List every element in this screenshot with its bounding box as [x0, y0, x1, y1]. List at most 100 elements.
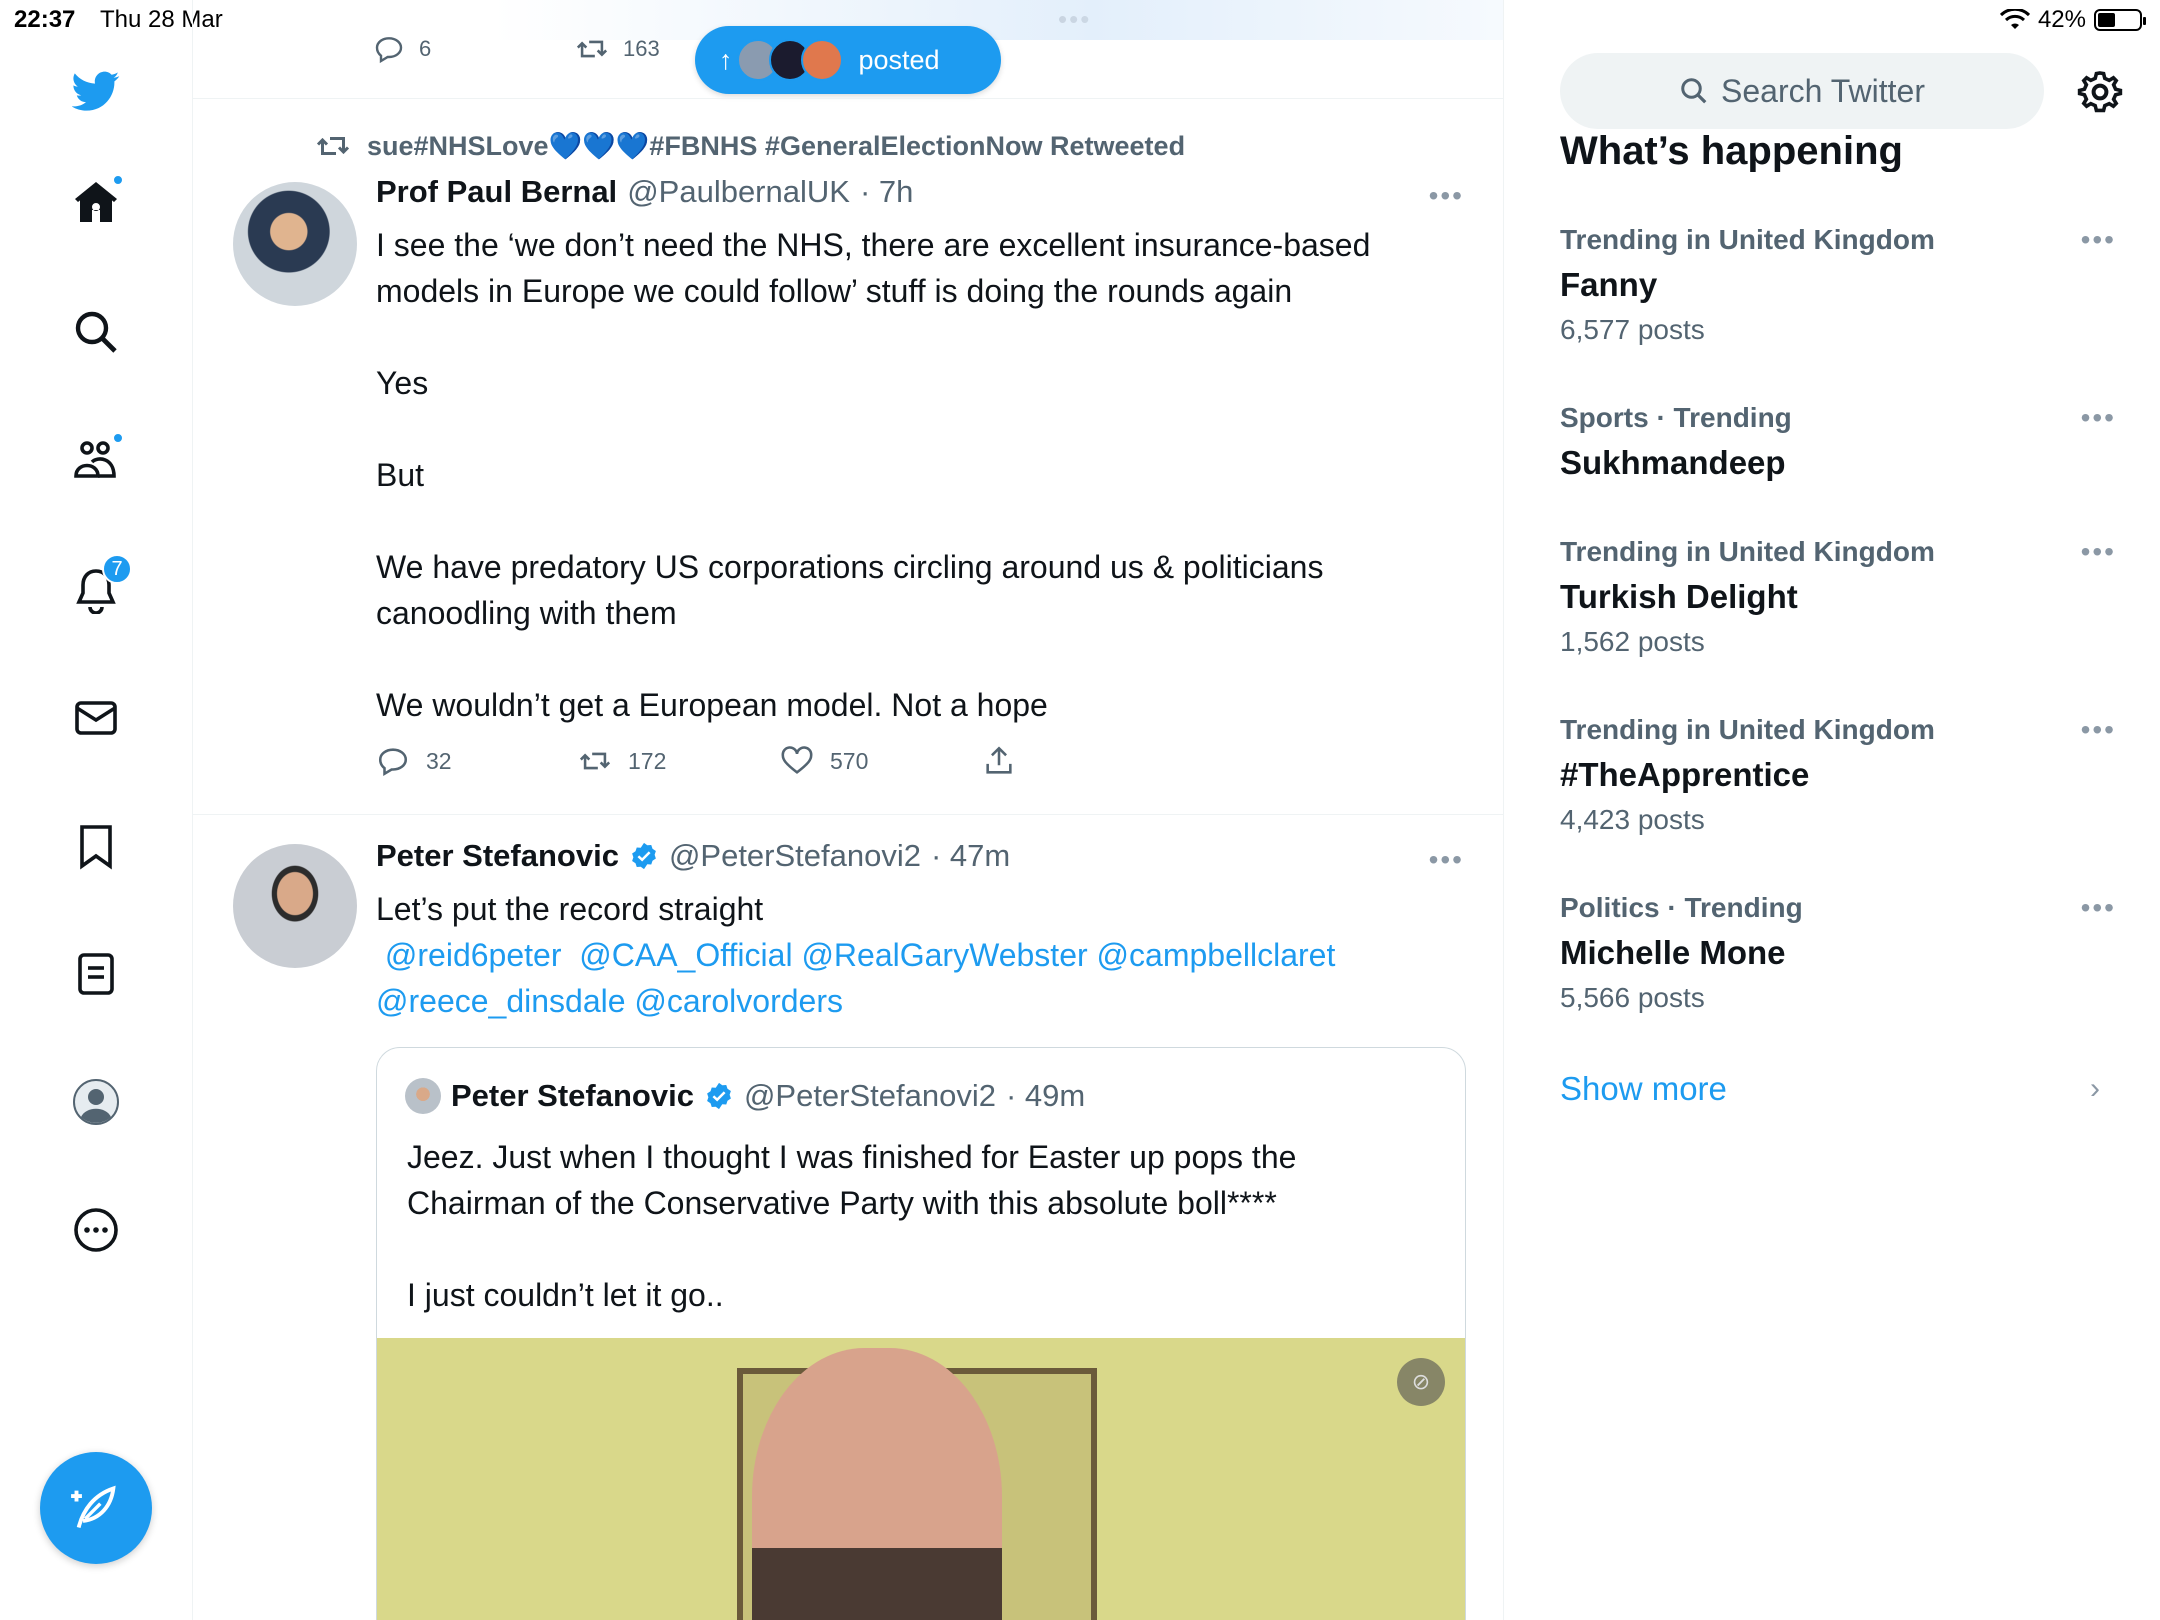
trend-context: Politics · Trending — [1560, 892, 1803, 923]
tweet-more-button[interactable]: ••• — [1429, 844, 1464, 876]
quoted-tweet-time: · 49m — [1006, 1078, 1086, 1113]
verified-badge-icon — [704, 1081, 734, 1111]
settings-gear-icon[interactable] — [2076, 68, 2124, 116]
author-name[interactable]: Prof Paul Bernal — [376, 174, 617, 210]
trend-item[interactable]: Trending in United Kingdom Fanny 6,577 p… — [1560, 224, 2116, 346]
avatar — [405, 1078, 441, 1114]
retweet-count: 163 — [623, 36, 660, 61]
new-posts-label: posted — [858, 44, 940, 75]
retweet-icon — [576, 40, 608, 58]
retweet-count: 172 — [628, 747, 667, 774]
verified-badge-icon — [629, 841, 659, 871]
search-input[interactable]: Search Twitter — [1560, 53, 2044, 129]
like-count: 570 — [830, 747, 869, 774]
notifications-bell-icon[interactable]: 7 — [66, 554, 132, 620]
avatar[interactable] — [233, 182, 357, 306]
twitter-logo-icon[interactable] — [66, 60, 126, 120]
quoted-author-handle: @PeterStefanovi2 — [743, 1078, 996, 1113]
tweet-body: Let’s put the record straight — [376, 891, 764, 927]
reply-count: 32 — [426, 747, 452, 774]
trend-context: Trending in United Kingdom — [1560, 536, 1935, 567]
author-handle[interactable]: @PeterStefanovi2 — [669, 838, 921, 874]
new-posts-avatars — [736, 39, 843, 81]
quoted-tweet[interactable]: Peter Stefanovic @PeterStefanovi2 · 49m … — [376, 1047, 1466, 1620]
tweet-mentions-line-1[interactable]: @reid6peter @CAA_Official @RealGaryWebst… — [376, 932, 1446, 978]
autoplay-off-icon[interactable]: ⊘ — [1397, 1358, 1445, 1406]
tweet-more-button[interactable]: ••• — [1429, 180, 1464, 212]
trend-topic: Fanny — [1560, 266, 1658, 303]
tweet-header: Prof Paul Bernal @PaulbernalUK · 7h — [376, 174, 913, 210]
trend-topic: Turkish Delight — [1560, 578, 1798, 615]
left-navigation: 7 — [0, 0, 193, 1620]
trend-more-button[interactable]: ••• — [2081, 224, 2116, 256]
retweeted-by-label: sue#NHSLove💙💙💙#FBNHS #GeneralElectionNow… — [367, 131, 1186, 161]
tweet-body: I see the ‘we don’t need the NHS, there … — [376, 227, 1371, 723]
more-options-icon[interactable] — [66, 1200, 126, 1260]
trend-more-button[interactable]: ••• — [2081, 536, 2116, 568]
communities-unread-dot — [112, 432, 124, 444]
heart-icon — [781, 746, 813, 774]
profile-avatar-icon[interactable] — [66, 1072, 126, 1132]
communities-icon[interactable] — [66, 430, 126, 490]
compose-tweet-button[interactable] — [40, 1452, 152, 1564]
trend-item[interactable]: Sports · Trending Sukhmandeep ••• — [1560, 402, 2116, 482]
retweeted-by: sue#NHSLove💙💙💙#FBNHS #GeneralElectionNow… — [315, 128, 1185, 164]
arrow-up-icon: ↑ — [719, 44, 733, 75]
bookmarks-icon[interactable] — [66, 816, 126, 876]
messages-envelope-icon[interactable] — [66, 688, 126, 748]
share-button[interactable] — [982, 744, 1184, 778]
new-posts-pill[interactable]: ↑ posted — [695, 26, 1001, 94]
show-more-link[interactable]: Show more — [1560, 1070, 1727, 1108]
trend-more-button[interactable]: ••• — [2081, 714, 2116, 746]
like-button[interactable]: 570 — [780, 744, 982, 778]
trend-topic: Sukhmandeep — [1560, 444, 1786, 481]
search-icon — [1681, 78, 1707, 104]
lists-icon[interactable] — [66, 944, 126, 1004]
retweet-icon — [579, 752, 611, 770]
tweet-header: Peter Stefanovic @PeterStefanovi2 · 47m — [376, 838, 1010, 874]
tweet-time[interactable]: · 47m — [931, 838, 1010, 874]
trend-topic: #TheApprentice — [1560, 756, 1810, 793]
retweet-button[interactable]: 172 — [578, 744, 780, 778]
reply-icon — [378, 748, 408, 777]
tweet-time[interactable]: · 7h — [860, 174, 913, 210]
trend-item[interactable]: Politics · Trending Michelle Mone 5,566 … — [1560, 892, 2116, 1014]
reply-button[interactable]: 6 — [373, 32, 575, 66]
quoted-tweet-header: Peter Stefanovic @PeterStefanovi2 · 49m — [405, 1078, 1085, 1114]
trend-count: 5,566 posts — [1560, 982, 1705, 1013]
trend-context: Trending in United Kingdom — [1560, 714, 1935, 745]
retweet-icon — [316, 137, 350, 155]
whats-happening-title: What’s happening — [1560, 129, 1903, 172]
trend-item[interactable]: Trending in United Kingdom #TheApprentic… — [1560, 714, 2116, 836]
tweet[interactable]: sue#NHSLove💙💙💙#FBNHS #GeneralElectionNow… — [193, 98, 1503, 814]
trend-count: 4,423 posts — [1560, 804, 1705, 835]
share-icon — [986, 746, 1012, 774]
avatar — [800, 39, 843, 81]
trend-context: Trending in United Kingdom — [1560, 224, 1935, 255]
tweet-mentions-line-2[interactable]: @reece_dinsdale @carolvorders — [376, 978, 1446, 1024]
author-name[interactable]: Peter Stefanovic — [376, 838, 619, 874]
trend-item[interactable]: Trending in United Kingdom Turkish Delig… — [1560, 536, 2116, 658]
trend-more-button[interactable]: ••• — [2081, 892, 2116, 924]
reply-count: 6 — [419, 36, 432, 61]
explore-search-icon[interactable] — [66, 302, 126, 362]
quoted-video-thumbnail[interactable]: ⊘ — [377, 1338, 1465, 1620]
quoted-tweet-body: Jeez. Just when I thought I was finished… — [407, 1139, 1297, 1313]
trend-context: Sports · Trending — [1560, 402, 1792, 433]
timeline[interactable]: 6 163 ↑ posted sue#NHSLove💙💙💙#FBNHS #Gen… — [193, 0, 1504, 1620]
chevron-right-icon: › — [2090, 1072, 2100, 1105]
home-unread-dot — [112, 174, 124, 186]
author-handle[interactable]: @PaulbernalUK — [627, 174, 850, 210]
trend-more-button[interactable]: ••• — [2081, 402, 2116, 434]
trend-count: 1,562 posts — [1560, 626, 1705, 657]
search-placeholder: Search Twitter — [1721, 72, 1925, 109]
trend-count: 6,577 posts — [1560, 314, 1705, 345]
quoted-author-name: Peter Stefanovic — [451, 1078, 694, 1113]
trend-topic: Michelle Mone — [1560, 934, 1786, 971]
reply-button[interactable]: 32 — [376, 744, 578, 778]
avatar[interactable] — [233, 844, 357, 968]
reply-icon — [375, 37, 403, 64]
right-sidebar: What’s happening Search Twitter Trending… — [1504, 0, 2160, 1620]
compose-feather-icon — [71, 1485, 116, 1529]
home-icon[interactable] — [66, 172, 126, 232]
